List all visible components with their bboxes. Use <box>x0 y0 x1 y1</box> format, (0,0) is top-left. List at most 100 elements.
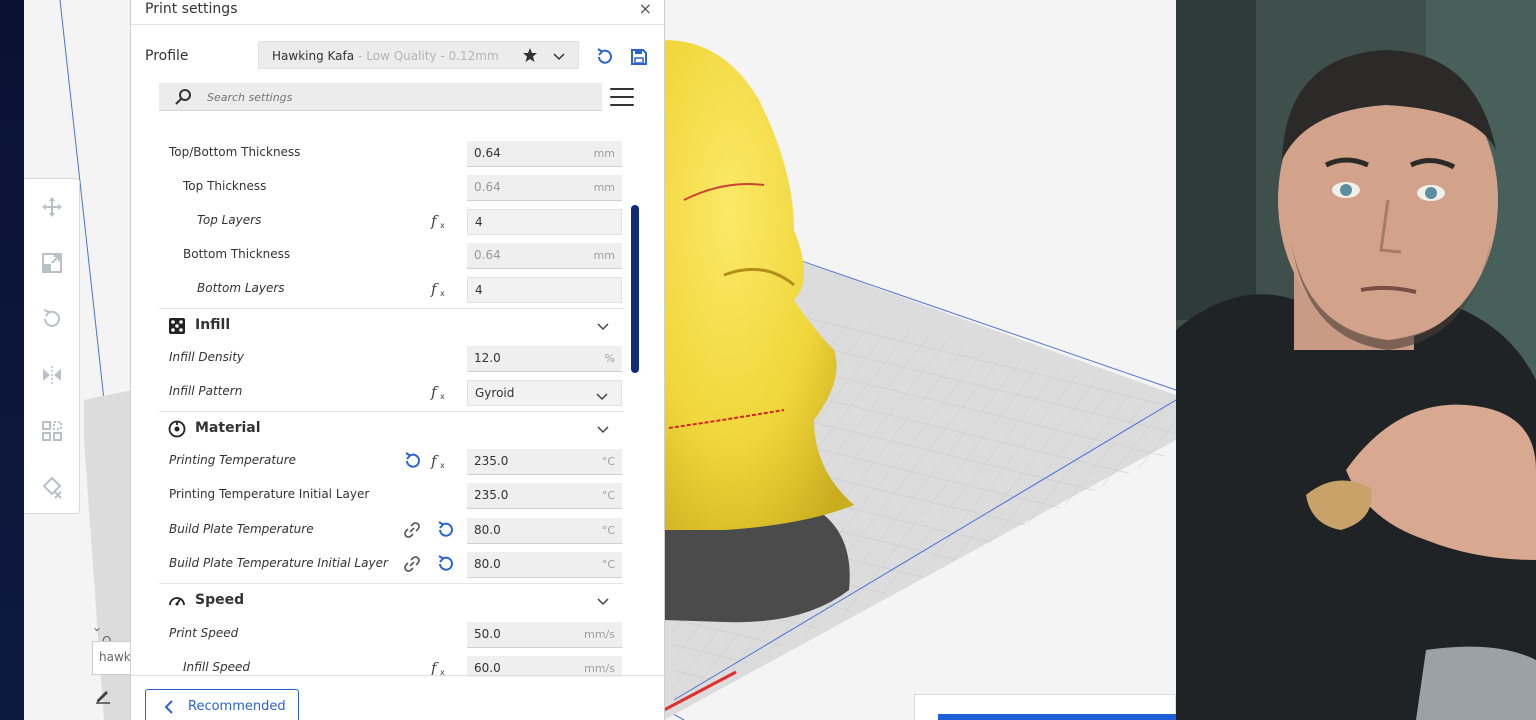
category-material[interactable]: Material <box>159 411 624 445</box>
svg-text:x: x <box>440 289 445 298</box>
link-icon[interactable] <box>402 520 422 540</box>
panel-header: Print settings × <box>131 0 666 25</box>
setting-label: Build Plate Temperature Initial Layer <box>169 556 388 570</box>
link-icon[interactable] <box>402 554 422 574</box>
formula-icon[interactable]: fx <box>429 279 449 299</box>
setting-label: Top/Bottom Thickness <box>169 145 301 159</box>
support-blocker-icon[interactable] <box>38 473 66 501</box>
profile-quality: - Low Quality - 0.12mm <box>358 49 499 63</box>
infill-speed-field[interactable]: 60.0 mm/s <box>467 656 622 677</box>
setting-row-printing-temperature: Printing Temperature fx 235.0 °C <box>159 445 624 479</box>
chevron-down-icon <box>595 388 609 407</box>
field-unit: % <box>604 352 615 365</box>
formula-icon[interactable]: fx <box>429 451 449 471</box>
formula-icon[interactable]: fx <box>429 211 449 231</box>
category-label: Speed <box>195 592 245 608</box>
chevron-down-icon <box>596 421 610 440</box>
infill-density-field[interactable]: 12.0 % <box>467 346 622 372</box>
move-tool-icon[interactable] <box>38 193 66 221</box>
setting-row-infill-pattern: Infill Pattern fx Gyroid <box>159 376 624 410</box>
search-input[interactable] <box>207 88 587 106</box>
top-bottom-thickness-field[interactable]: 0.64 mm <box>467 141 622 167</box>
field-value: 60.0 <box>474 661 501 675</box>
category-label: Material <box>195 420 261 436</box>
search-box <box>159 83 602 111</box>
mirror-tool-icon[interactable] <box>38 361 66 389</box>
setting-label: Build Plate Temperature <box>169 522 314 536</box>
setting-label: Top Thickness <box>183 179 267 193</box>
settings-scrollbar[interactable] <box>631 205 639 373</box>
field-value: 12.0 <box>474 351 501 365</box>
setting-label: Top Layers <box>197 213 262 227</box>
edit-pencil-icon[interactable] <box>94 686 114 706</box>
setting-label: Infill Speed <box>183 660 250 674</box>
recommended-button[interactable]: Recommended <box>145 689 299 720</box>
field-value: 80.0 <box>474 523 501 537</box>
profile-dropdown[interactable]: Hawking Kafa - Low Quality - 0.12mm <box>258 41 579 69</box>
infill-icon <box>168 317 186 335</box>
chevron-down-icon <box>596 593 610 612</box>
setting-label: Bottom Thickness <box>183 247 291 261</box>
reset-profile-icon[interactable] <box>594 47 614 71</box>
field-unit: mm <box>593 147 615 160</box>
category-infill[interactable]: Infill <box>159 308 624 342</box>
setting-label: Infill Density <box>169 350 244 364</box>
print-speed-field[interactable]: 50.0 mm/s <box>467 622 622 648</box>
per-model-settings-icon[interactable] <box>38 417 66 445</box>
top-thickness-field[interactable]: 0.64 mm <box>467 175 622 201</box>
setting-row-top-thickness: Top Thickness 0.64 mm <box>159 171 624 205</box>
setting-row-bottom-layers: Bottom Layers fx 4 <box>159 273 624 307</box>
reset-icon[interactable] <box>402 451 422 471</box>
profile-label: Profile <box>145 48 189 64</box>
recommended-label: Recommended <box>188 699 286 714</box>
footer-divider <box>131 675 666 676</box>
rotate-tool-icon[interactable] <box>38 305 66 333</box>
svg-text:f: f <box>430 212 439 230</box>
setting-label: Bottom Layers <box>197 281 285 295</box>
object-list-toggle[interactable]: ⌄ O <box>92 620 122 648</box>
setting-row-bottom-thickness: Bottom Thickness 0.64 mm <box>159 239 624 273</box>
field-unit: °C <box>601 489 615 502</box>
bottom-thickness-field[interactable]: 0.64 mm <box>467 243 622 269</box>
field-value: 0.64 <box>474 146 501 160</box>
scale-tool-icon[interactable] <box>38 249 66 277</box>
svg-text:f: f <box>430 452 439 470</box>
formula-icon[interactable]: fx <box>429 382 449 402</box>
webcam-overlay <box>1176 0 1536 720</box>
material-icon <box>168 420 186 438</box>
print-settings-panel: Print settings × Profile Hawking Kafa - L… <box>130 0 666 720</box>
profile-name-text: Hawking Kafa - Low Quality - 0.12mm <box>272 49 499 63</box>
top-layers-field[interactable]: 4 <box>467 209 622 235</box>
printing-temperature-initial-field[interactable]: 235.0 °C <box>467 483 622 509</box>
setting-row-top-bottom-thickness: Top/Bottom Thickness 0.64 mm <box>159 137 624 171</box>
object-name-field[interactable]: hawk <box>92 641 132 675</box>
reset-icon[interactable] <box>435 520 455 540</box>
field-value: 0.64 <box>474 180 501 194</box>
reset-icon[interactable] <box>435 554 455 574</box>
category-speed[interactable]: Speed <box>159 583 624 617</box>
window-edge <box>0 0 24 720</box>
category-label: Infill <box>195 317 231 333</box>
setting-row-build-plate-temperature-initial-layer: Build Plate Temperature Initial Layer 80… <box>159 548 624 582</box>
action-button-stub[interactable] <box>938 714 1176 720</box>
speed-gauge-icon <box>168 592 186 610</box>
svg-text:x: x <box>440 392 445 401</box>
field-unit: °C <box>601 524 615 537</box>
build-plate-temperature-field[interactable]: 80.0 °C <box>467 518 622 544</box>
printing-temperature-field[interactable]: 235.0 °C <box>467 449 622 475</box>
field-value: 0.64 <box>474 248 501 262</box>
field-value: 235.0 <box>474 488 509 502</box>
infill-pattern-dropdown[interactable]: Gyroid <box>467 380 622 406</box>
webcam-person-image <box>1176 0 1536 720</box>
bottom-layers-field[interactable]: 4 <box>467 277 622 303</box>
field-value: 4 <box>475 215 483 229</box>
setting-row-print-speed: Print Speed 50.0 mm/s <box>159 618 624 652</box>
close-icon[interactable]: × <box>639 0 652 18</box>
settings-menu-icon[interactable] <box>610 88 634 108</box>
svg-text:f: f <box>430 280 439 298</box>
star-icon[interactable] <box>522 47 538 67</box>
save-profile-icon[interactable] <box>629 47 649 71</box>
field-value: 50.0 <box>474 627 501 641</box>
setting-label: Printing Temperature <box>169 453 297 467</box>
build-plate-temperature-initial-field[interactable]: 80.0 °C <box>467 552 622 578</box>
